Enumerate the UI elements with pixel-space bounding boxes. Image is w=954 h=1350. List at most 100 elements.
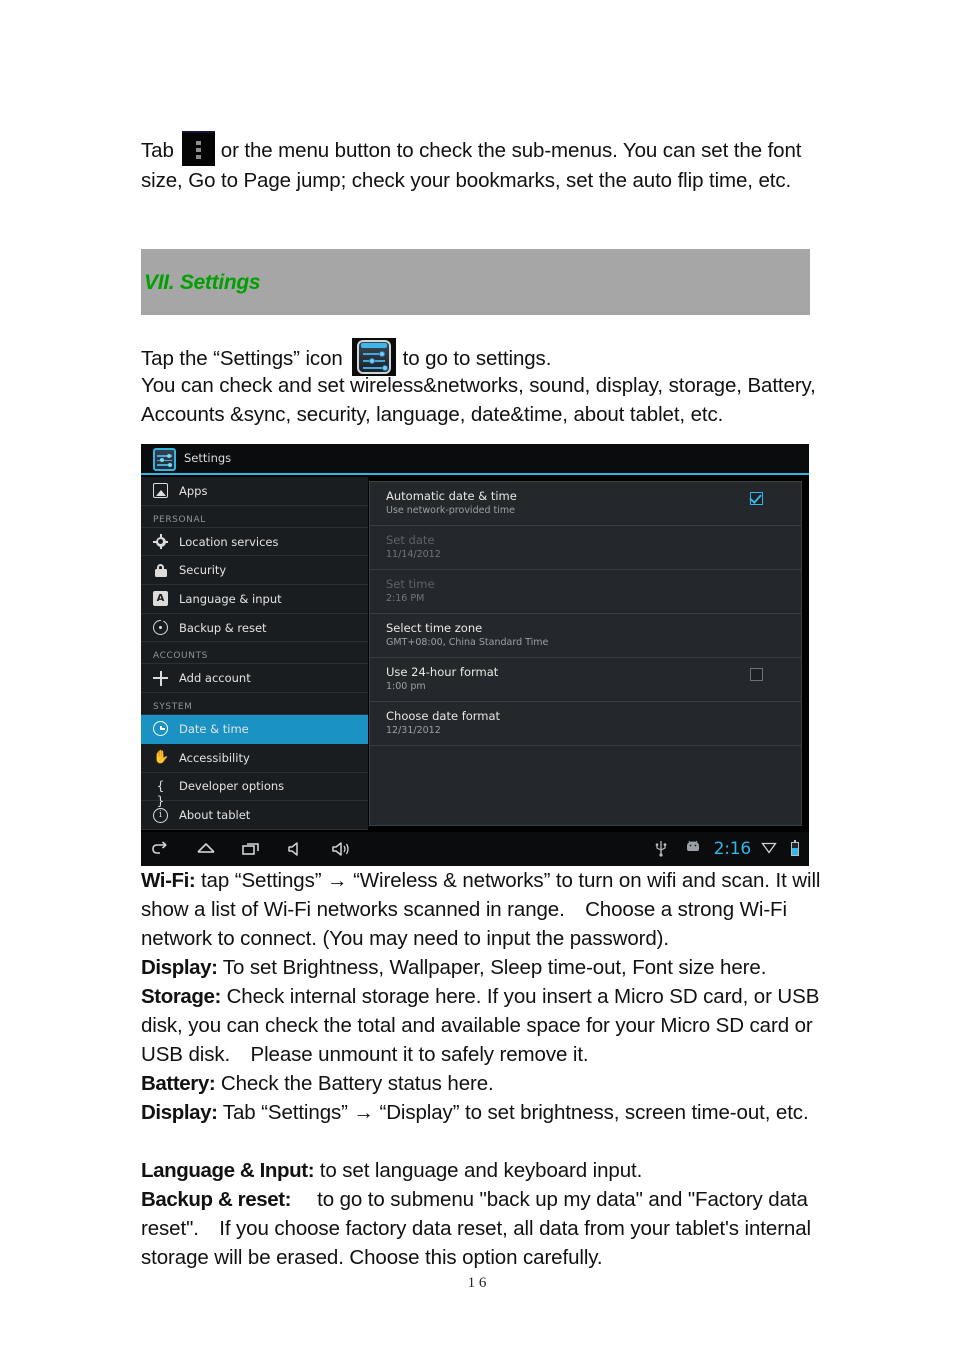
sidebar-item-label: Language & input	[179, 591, 282, 606]
sidebar-header-label: PERSONAL	[153, 514, 206, 525]
settings-icon-lead-text: Tap the “Settings” icon	[141, 347, 343, 370]
section-label: Display:	[141, 1101, 218, 1124]
setting-row-choose-date-format[interactable]: Choose date format 12/31/2012	[370, 702, 801, 746]
section-display-2: Display: Tab “Settings” → “Display” to s…	[141, 1098, 821, 1127]
setting-title: Automatic date & time	[386, 489, 517, 503]
section-label: Display:	[141, 956, 218, 979]
sidebar-item-label: About tablet	[179, 808, 251, 823]
sidebar-item-apps[interactable]: Apps	[141, 477, 368, 506]
backup-reset-icon	[153, 620, 168, 636]
sidebar-item-language-input[interactable]: A Language & input	[141, 585, 368, 614]
intro-rest-text: or the menu button to check the sub-menu…	[141, 139, 802, 192]
page-number: 1 6	[467, 1275, 487, 1291]
sidebar-header-accounts: ACCOUNTS	[141, 642, 368, 665]
sidebar-item-label: Apps	[179, 483, 208, 498]
section-language-input: Language & Input: to set language and ke…	[141, 1156, 821, 1185]
sidebar-item-developer-options[interactable]: { } Developer options	[141, 773, 368, 808]
app-title: Settings	[184, 451, 232, 465]
sidebar-header-label: ACCOUNTS	[153, 651, 208, 662]
back-icon[interactable]	[151, 839, 171, 859]
volume-up-icon[interactable]	[331, 839, 351, 859]
setting-row-automatic-date-time[interactable]: Automatic date & time Use network-provid…	[370, 482, 801, 526]
setting-title: Choose date format	[386, 709, 501, 723]
use-24-hour-format-checkbox[interactable]	[750, 668, 763, 681]
setting-subtitle: Use network-provided time	[386, 505, 515, 516]
apps-icon	[153, 483, 168, 499]
section-storage: Storage: Check internal storage here. If…	[141, 982, 821, 1069]
settings-sidebar: Apps PERSONAL Location services Security…	[141, 477, 368, 830]
battery-icon	[791, 840, 799, 856]
section-display-1: Display: To set Brightness, Wallpaper, S…	[141, 953, 821, 982]
sidebar-item-label: Security	[179, 563, 227, 578]
sidebar-item-security[interactable]: Security	[141, 556, 368, 586]
section-text: To set Brightness, Wallpaper, Sleep time…	[222, 956, 767, 979]
location-crosshair-icon	[153, 534, 168, 550]
section-label: Wi-Fi:	[141, 869, 196, 892]
manual-page: Tab or the menu button to check the sub-m…	[0, 0, 954, 1350]
section-heading-title: VII. Settings	[144, 271, 261, 294]
setting-subtitle: GMT+08:00, China Standard Time	[386, 637, 549, 648]
setting-title: Set time	[386, 577, 435, 591]
plus-icon	[153, 670, 168, 686]
setting-subtitle: 1:00 pm	[386, 681, 426, 692]
setting-row-select-time-zone[interactable]: Select time zone GMT+08:00, China Standa…	[370, 614, 801, 658]
lock-icon	[153, 563, 168, 578]
settings-slider-icon	[153, 448, 176, 471]
intro-paragraph: Tab or the menu button to check the sub-m…	[141, 131, 821, 195]
section-wifi: Wi-Fi: tap “Settings” → “Wireless & netw…	[141, 866, 821, 953]
section-text: Check internal storage here. If you inse…	[141, 985, 820, 1066]
settings-icon-rest-text: to go to settings.	[402, 347, 552, 370]
automatic-date-time-checkbox[interactable]	[750, 492, 763, 505]
usb-icon	[654, 839, 674, 859]
section-text: tap “Settings” → “Wireless & networks” t…	[141, 869, 821, 950]
intro-lead-text: Tab	[141, 139, 174, 162]
sidebar-item-backup-reset[interactable]: Backup & reset	[141, 614, 368, 643]
sidebar-item-label: Accessibility	[179, 750, 250, 765]
date-time-settings-panel: Automatic date & time Use network-provid…	[369, 481, 802, 826]
sidebar-item-label: Date & time	[179, 721, 249, 736]
accessibility-hand-icon: ✋	[153, 750, 170, 766]
setting-title: Use 24-hour format	[386, 665, 499, 679]
sidebar-header-personal: PERSONAL	[141, 506, 368, 528]
section-label: Battery:	[141, 1072, 216, 1095]
section-backup-reset: Backup & reset: to go to submenu "back u…	[141, 1185, 821, 1272]
status-clock: 2:16	[713, 839, 752, 859]
screenshot-title-bar: Settings	[141, 444, 809, 475]
section-label: Language & Input:	[141, 1159, 315, 1182]
section-text: Check the Battery status here.	[220, 1072, 494, 1095]
sidebar-item-about-tablet[interactable]: i About tablet	[141, 801, 368, 830]
sidebar-item-add-account[interactable]: Add account	[141, 664, 368, 694]
recent-apps-icon[interactable]	[241, 839, 261, 859]
sidebar-item-location-services[interactable]: Location services	[141, 528, 368, 557]
setting-subtitle: 12/31/2012	[386, 725, 441, 736]
sidebar-item-date-time[interactable]: Date & time	[141, 715, 368, 744]
settings-overview-paragraph: You can check and set wireless&networks,…	[141, 374, 816, 426]
wifi-icon	[761, 839, 781, 859]
clock-icon	[153, 721, 168, 737]
sidebar-item-label: Developer options	[179, 779, 285, 794]
sidebar-item-accessibility[interactable]: ✋ Accessibility	[141, 744, 368, 773]
setting-subtitle: 11/14/2012	[386, 549, 441, 560]
sidebar-header-label: SYSTEM	[153, 702, 193, 713]
android-robot-icon	[684, 839, 704, 859]
info-circle-icon: i	[153, 807, 168, 823]
home-icon[interactable]	[196, 839, 216, 859]
section-text: Tab “Settings” → “Display” to set bright…	[222, 1101, 809, 1124]
android-navigation-bar: 2:16	[141, 832, 809, 866]
setting-row-set-time: Set time 2:16 PM	[370, 570, 801, 614]
section-heading-band: VII. Settings	[141, 249, 810, 315]
setting-title: Set date	[386, 533, 435, 547]
sidebar-item-label: Backup & reset	[179, 620, 267, 635]
section-label: Storage:	[141, 985, 221, 1008]
setting-subtitle: 2:16 PM	[386, 593, 425, 604]
sidebar-header-system: SYSTEM	[141, 693, 368, 716]
language-a-icon: A	[153, 591, 168, 607]
overflow-menu-icon	[181, 131, 215, 166]
setting-row-set-date: Set date 11/14/2012	[370, 526, 801, 570]
setting-row-use-24-hour-format[interactable]: Use 24-hour format 1:00 pm	[370, 658, 801, 702]
section-label: Backup & reset:	[141, 1188, 292, 1211]
section-battery: Battery: Check the Battery status here.	[141, 1069, 821, 1098]
volume-down-icon[interactable]	[286, 839, 306, 859]
sidebar-item-label: Location services	[179, 534, 279, 549]
setting-title: Select time zone	[386, 621, 483, 635]
